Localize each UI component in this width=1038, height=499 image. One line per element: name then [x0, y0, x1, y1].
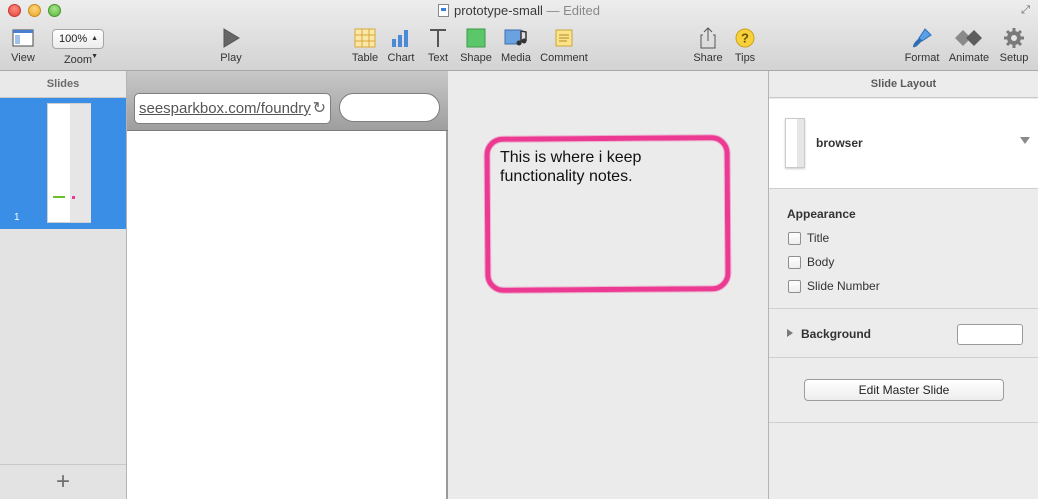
share-button[interactable]: Share [692, 26, 724, 64]
zoom-select[interactable]: 100% ▲ ▼ [52, 29, 104, 60]
url-field[interactable]: seesparkbox.com/foundry ↻ [134, 93, 331, 124]
text-icon [424, 26, 452, 50]
slide-number: 1 [14, 212, 20, 223]
url-text: seesparkbox.com/foundry [139, 100, 311, 117]
add-slide-button[interactable]: + [50, 469, 76, 495]
slide-thumbnail[interactable] [47, 103, 91, 223]
play-icon [217, 26, 245, 50]
zoom-control[interactable]: 100% ▲ ▼ Zoom [52, 26, 104, 66]
body-option[interactable]: Body [788, 255, 834, 269]
divider [769, 308, 1038, 309]
background-label: Background [801, 327, 872, 341]
view-label: View [11, 52, 35, 64]
setup-label: Setup [999, 52, 1029, 64]
browser-chrome: seesparkbox.com/foundry ↻ [127, 71, 448, 131]
media-label: Media [501, 52, 531, 64]
format-button[interactable]: Format [903, 26, 941, 64]
slide-canvas[interactable]: seesparkbox.com/foundry ↻ This is where … [127, 71, 768, 499]
inspector-header: Slide Layout [769, 71, 1038, 98]
slide-navigator: Slides 1 + [0, 71, 127, 499]
shape-button[interactable]: Shape [460, 26, 492, 64]
format-label: Format [904, 52, 940, 64]
navigator-footer: + [0, 464, 126, 499]
reload-icon: ↻ [312, 100, 326, 117]
paintbrush-icon [903, 26, 941, 50]
view-button[interactable]: View [8, 26, 38, 64]
comment-label: Comment [540, 52, 588, 64]
table-label: Table [351, 52, 379, 64]
body-checkbox[interactable] [788, 255, 801, 269]
slide-number-option-label: Slide Number [807, 279, 880, 293]
divider [769, 422, 1038, 423]
share-icon [692, 26, 724, 50]
play-label: Play [220, 52, 242, 64]
tips-icon: ? [731, 26, 759, 50]
thumbnail-green-mark [53, 196, 65, 198]
animate-icon [947, 26, 991, 50]
document-name: prototype-small [454, 3, 543, 18]
inspector-panel: Slide Layout browser Appearance Title Bo… [768, 71, 1038, 499]
view-icon [8, 26, 38, 50]
title-option-label: Title [807, 231, 830, 245]
comment-icon [539, 26, 589, 50]
media-button[interactable]: Media [500, 26, 532, 64]
navigator-header: Slides [0, 71, 126, 98]
appearance-title: Appearance [787, 207, 856, 221]
layout-thumbnail [785, 118, 805, 168]
title-checkbox[interactable] [788, 231, 801, 245]
thumbnail-pink-mark [72, 196, 75, 199]
chevron-down-icon: ▲ ▼ [91, 35, 98, 60]
media-icon [500, 26, 532, 50]
fullscreen-icon[interactable]: ⤢ [1019, 4, 1032, 17]
text-label: Text [427, 52, 449, 64]
chart-icon [386, 26, 416, 50]
document-icon [438, 4, 449, 17]
note-text[interactable]: This is where i keep functionality notes… [500, 148, 720, 186]
window-title: prototype-small — Edited [0, 3, 1038, 18]
table-button[interactable]: Table [350, 26, 380, 64]
background-color-well[interactable] [957, 324, 1023, 345]
divider [769, 357, 1038, 358]
animate-button[interactable]: Animate [947, 26, 991, 64]
slide-number-checkbox[interactable] [788, 279, 801, 293]
table-icon [350, 26, 380, 50]
slide-thumbnail-row[interactable]: 1 [0, 98, 126, 229]
setup-button[interactable]: Setup [997, 26, 1031, 64]
slide-number-option[interactable]: Slide Number [788, 279, 880, 293]
play-button[interactable]: Play [217, 26, 245, 64]
keynote-window: prototype-small — Edited ⤢ View 100% ▲ ▼ Z… [0, 0, 1038, 499]
tips-label: Tips [734, 52, 756, 64]
shape-label: Shape [460, 52, 492, 64]
animate-label: Animate [948, 52, 990, 64]
thumbnail-strip [70, 104, 91, 222]
chevron-down-icon[interactable] [1020, 137, 1030, 144]
disclosure-triangle-icon[interactable] [787, 329, 793, 337]
chart-label: Chart [387, 52, 415, 64]
document-status: — Edited [546, 3, 600, 18]
title-option[interactable]: Title [788, 231, 829, 245]
body-option-label: Body [807, 255, 835, 269]
search-field[interactable] [339, 93, 440, 122]
layout-selector[interactable]: browser [769, 99, 1038, 189]
toolbar: prototype-small — Edited ⤢ View 100% ▲ ▼ Z… [0, 0, 1038, 71]
tips-button[interactable]: ? Tips [731, 26, 759, 64]
edit-master-slide-button[interactable]: Edit Master Slide [804, 379, 1004, 401]
comment-button[interactable]: Comment [539, 26, 589, 64]
svg-text:?: ? [741, 31, 749, 46]
zoom-value: 100% [59, 33, 88, 45]
gear-icon [997, 26, 1031, 50]
slide[interactable]: seesparkbox.com/foundry ↻ [127, 71, 448, 499]
shape-icon [460, 26, 492, 50]
share-label: Share [693, 52, 723, 64]
layout-name: browser [816, 136, 863, 150]
chart-button[interactable]: Chart [386, 26, 416, 64]
text-button[interactable]: Text [424, 26, 452, 64]
